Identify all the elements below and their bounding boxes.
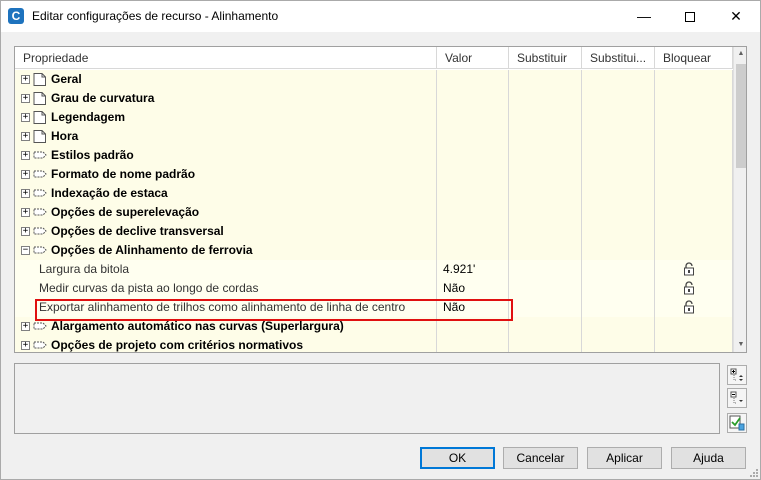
expand-plus-icon[interactable]: +	[21, 94, 30, 103]
column-header-substituir-2[interactable]: Substitui...	[582, 47, 655, 69]
style-icon	[33, 341, 47, 349]
style-icon	[33, 246, 47, 254]
expand-all-icon[interactable]	[727, 365, 747, 385]
scroll-up-icon[interactable]: ▲	[734, 47, 746, 61]
highlight-box	[35, 299, 513, 321]
category-row-grau-de-curvatura[interactable]: + Grau de curvatura	[15, 89, 733, 108]
property-row-largura-da-bitola[interactable]: Largura da bitola 4.921'	[15, 260, 733, 279]
category-row-formato-de-nome-padrao[interactable]: + Formato de nome padrão	[15, 165, 733, 184]
property-label: Medir curvas da pista ao longo de cordas	[39, 281, 259, 295]
property-grid: Propriedade Valor Substituir Substitui..…	[14, 46, 747, 353]
property-value[interactable]: Não	[443, 279, 465, 298]
category-label: Estilos padrão	[51, 148, 134, 162]
property-row-medir-curvas[interactable]: Medir curvas da pista ao longo de cordas…	[15, 279, 733, 298]
style-icon	[33, 151, 47, 159]
page-icon	[33, 130, 46, 143]
category-row-opcoes-de-superelevacao[interactable]: + Opções de superelevação	[15, 203, 733, 222]
civil3d-app-icon: C	[8, 8, 24, 24]
expand-plus-icon[interactable]: +	[21, 322, 30, 331]
category-row-legendagem[interactable]: + Legendagem	[15, 108, 733, 127]
expand-plus-icon[interactable]: +	[21, 151, 30, 160]
category-label: Legendagem	[51, 110, 126, 124]
category-label: Hora	[51, 129, 79, 143]
minimize-icon[interactable]: —	[621, 1, 667, 32]
scroll-down-icon[interactable]: ▼	[734, 338, 746, 352]
maximize-icon[interactable]	[667, 1, 713, 32]
style-icon	[33, 189, 47, 197]
expand-plus-icon[interactable]: +	[21, 189, 30, 198]
expand-plus-icon[interactable]: +	[21, 75, 30, 84]
dialog-window: C Editar configurações de recurso - Alin…	[0, 0, 761, 480]
expand-plus-icon[interactable]: +	[21, 341, 30, 350]
category-label: Opções de projeto com critérios normativ…	[51, 338, 304, 352]
category-label: Indexação de estaca	[51, 186, 168, 200]
toggle-override-icon[interactable]	[727, 413, 747, 433]
category-row-opcoes-de-alinhamento-de-ferrovia[interactable]: − Opções de Alinhamento de ferrovia	[15, 241, 733, 260]
description-panel	[14, 363, 720, 434]
close-icon[interactable]: ✕	[713, 1, 759, 32]
category-row-opcoes-de-declive-transversal[interactable]: + Opções de declive transversal	[15, 222, 733, 241]
collapse-minus-icon[interactable]: −	[21, 246, 30, 255]
category-row-estilos-padrao[interactable]: + Estilos padrão	[15, 146, 733, 165]
category-row-hora[interactable]: + Hora	[15, 127, 733, 146]
category-label: Opções de superelevação	[51, 205, 200, 219]
collapse-all-icon[interactable]	[727, 388, 747, 408]
style-icon	[33, 322, 47, 330]
style-icon	[33, 170, 47, 178]
property-label: Largura da bitola	[39, 262, 130, 276]
expand-plus-icon[interactable]: +	[21, 227, 30, 236]
expand-plus-icon[interactable]: +	[21, 132, 30, 141]
title-bar[interactable]: C Editar configurações de recurso - Alin…	[1, 1, 760, 32]
column-header-propriedade[interactable]: Propriedade	[15, 47, 437, 69]
style-icon	[33, 208, 47, 216]
grid-header: Propriedade Valor Substituir Substitui..…	[15, 47, 733, 69]
scroll-thumb[interactable]	[736, 64, 746, 168]
category-label: Grau de curvatura	[51, 91, 155, 105]
style-icon	[33, 227, 47, 235]
category-label: Geral	[51, 72, 82, 86]
unlock-icon[interactable]	[683, 281, 695, 295]
page-icon	[33, 111, 46, 124]
unlock-icon[interactable]	[683, 300, 695, 314]
unlock-icon[interactable]	[683, 262, 695, 276]
page-icon	[33, 73, 46, 86]
expand-plus-icon[interactable]: +	[21, 113, 30, 122]
apply-button[interactable]: Aplicar	[587, 447, 662, 469]
vertical-scrollbar[interactable]: ▲ ▼	[733, 47, 746, 352]
column-header-valor[interactable]: Valor	[437, 47, 509, 69]
expand-plus-icon[interactable]: +	[21, 208, 30, 217]
category-row-geral[interactable]: + Geral	[15, 70, 733, 89]
column-header-bloquear[interactable]: Bloquear	[655, 47, 733, 69]
page-icon	[33, 92, 46, 105]
category-row-opcoes-de-projeto[interactable]: + Opções de projeto com critérios normat…	[15, 336, 733, 352]
window-title: Editar configurações de recurso - Alinha…	[32, 9, 279, 23]
help-button[interactable]: Ajuda	[671, 447, 746, 469]
cancel-button[interactable]: Cancelar	[503, 447, 578, 469]
category-label: Formato de nome padrão	[51, 167, 196, 181]
category-row-indexacao-de-estaca[interactable]: + Indexação de estaca	[15, 184, 733, 203]
ok-button[interactable]: OK	[420, 447, 495, 469]
category-label: Opções de declive transversal	[51, 224, 224, 238]
expand-plus-icon[interactable]: +	[21, 170, 30, 179]
column-header-substituir[interactable]: Substituir	[509, 47, 582, 69]
category-label: Opções de Alinhamento de ferrovia	[51, 243, 253, 257]
property-value[interactable]: 4.921'	[443, 260, 475, 279]
resize-grip-icon[interactable]	[749, 468, 759, 478]
